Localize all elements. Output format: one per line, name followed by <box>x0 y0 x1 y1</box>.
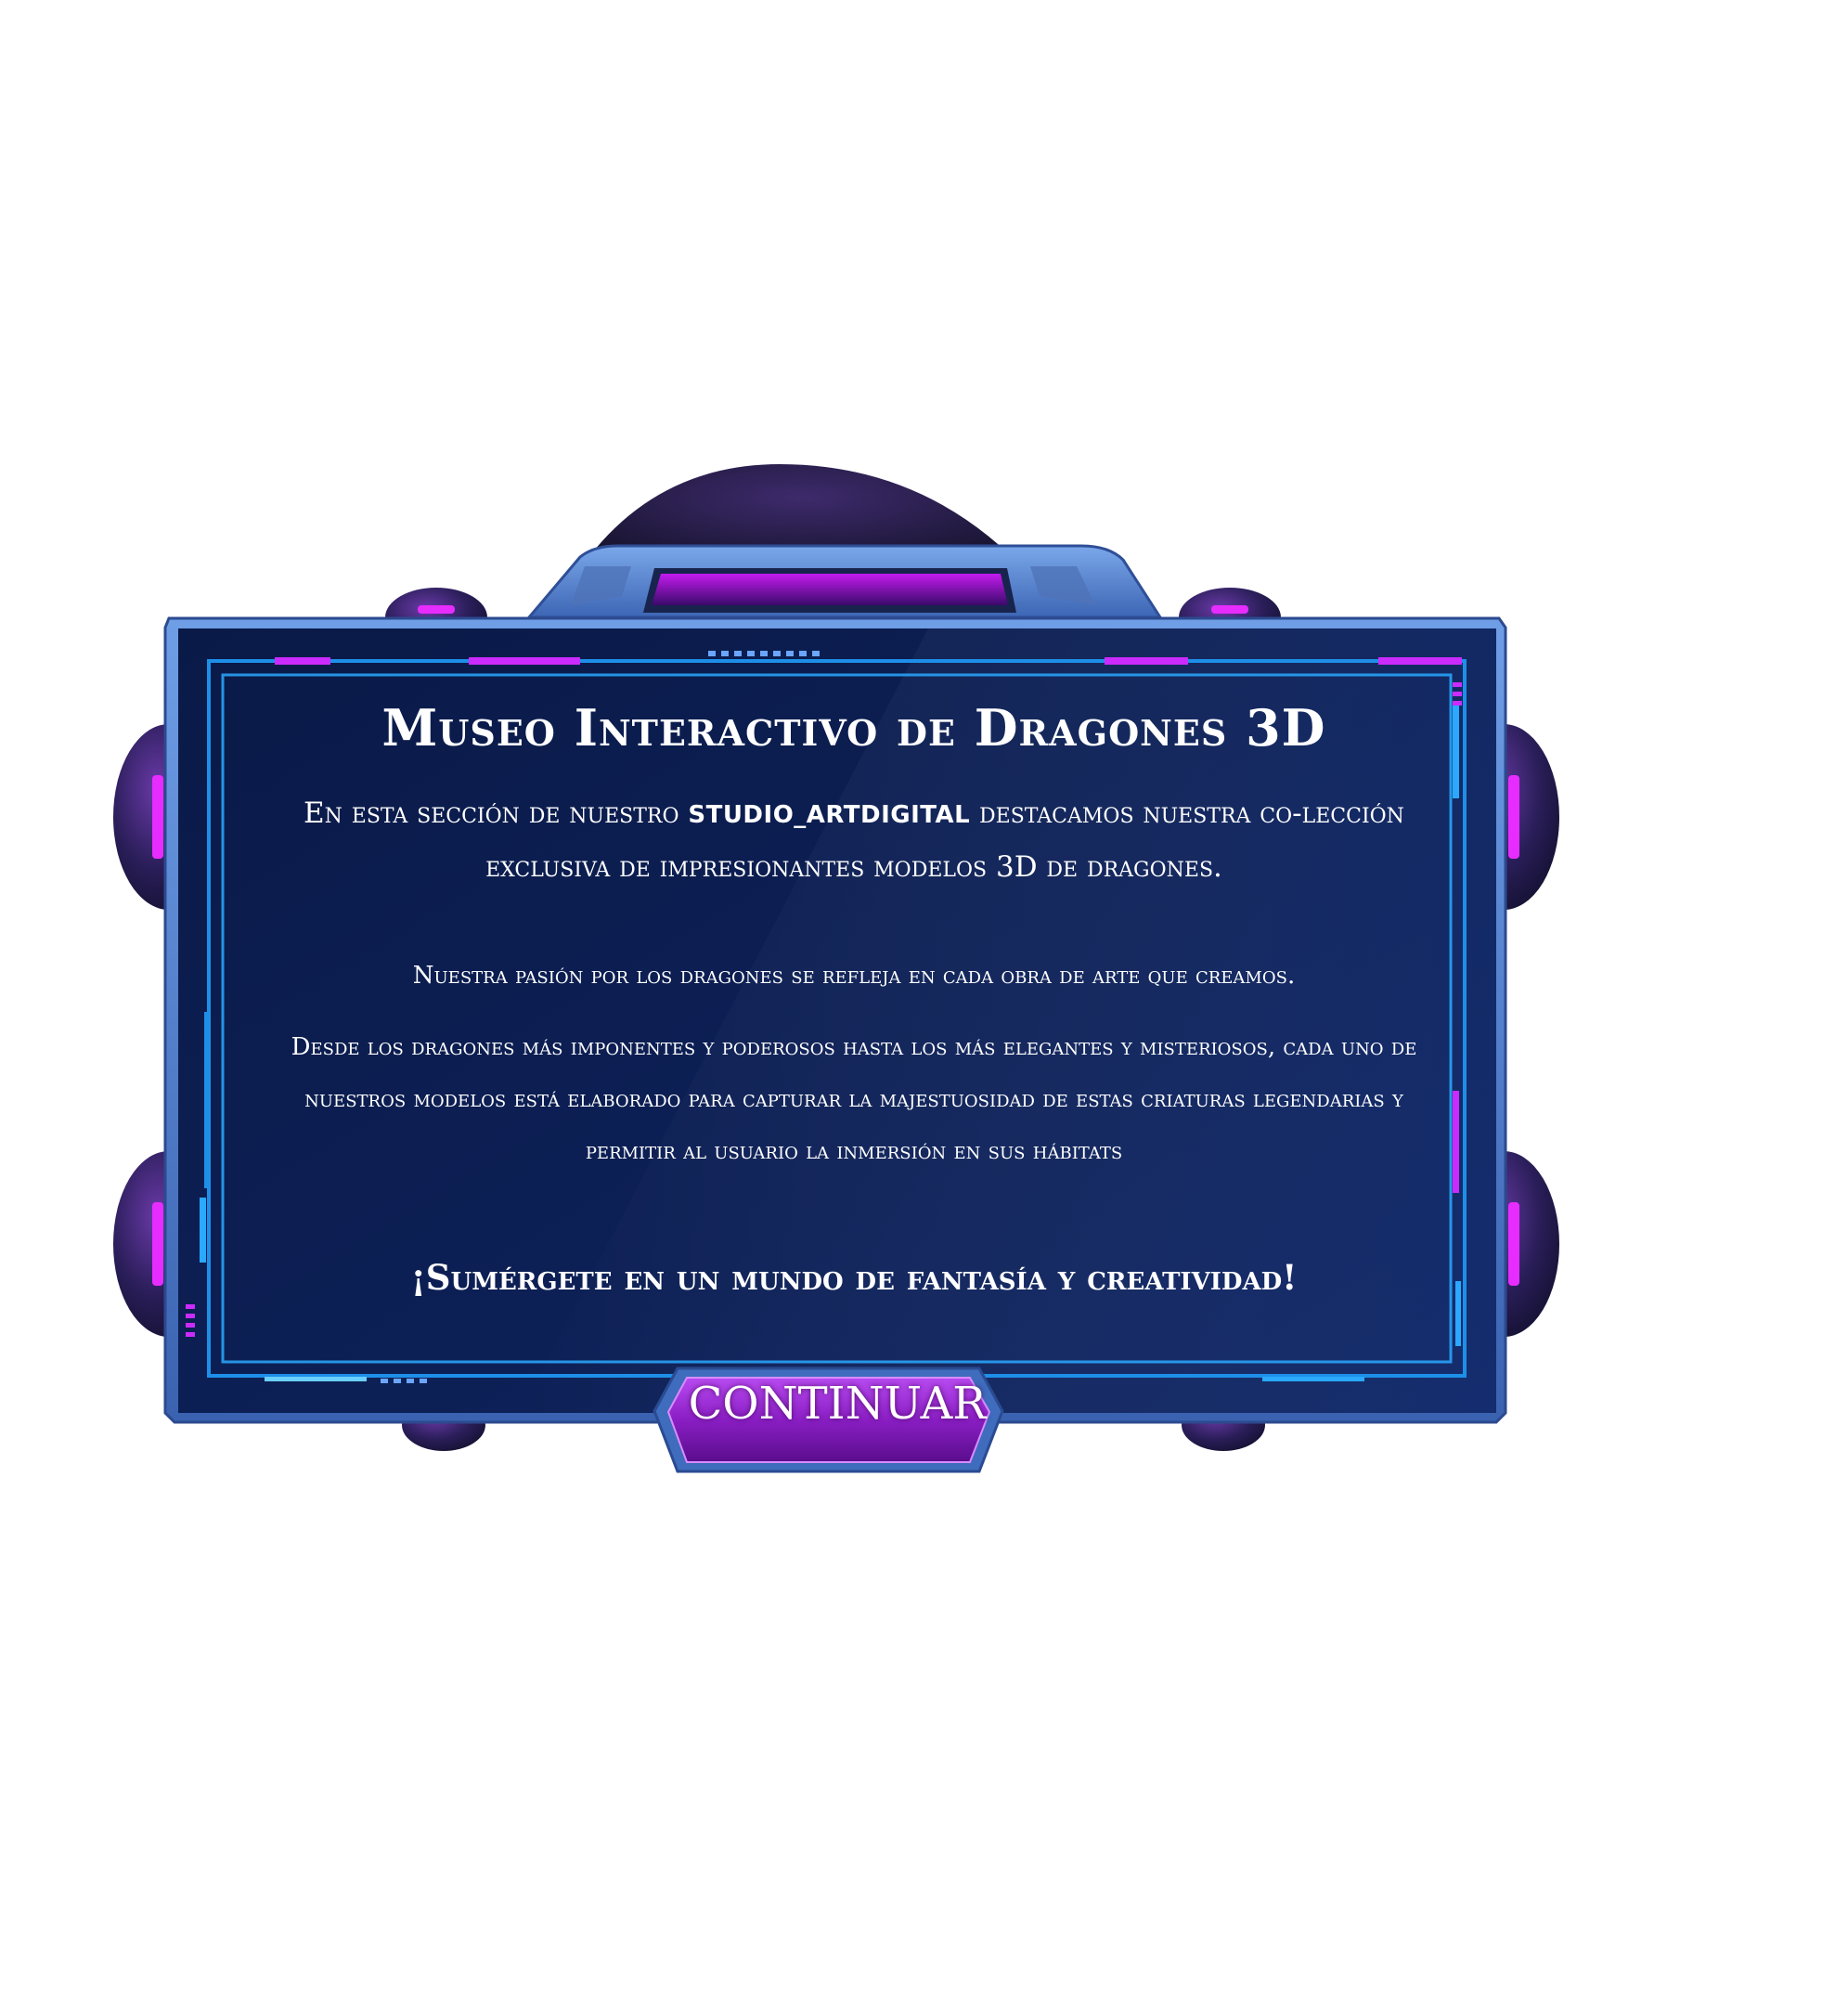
dialog-frame-art <box>113 464 1559 1473</box>
studio-brand-name: studio_artdigital <box>688 801 971 829</box>
description-text: Desde los dragones más imponentes y pode… <box>291 1033 1417 1165</box>
intro-text-start: En esta sección de nuestro <box>304 797 689 830</box>
dialog-title: Museo Interactivo de Dragones 3D <box>381 698 1326 758</box>
tagline-text: ¡Sumérgete en un mundo de fantasía y cre… <box>410 1257 1298 1298</box>
intro-text: En esta sección de nuestro studio_artdig… <box>278 787 1429 893</box>
continue-button[interactable]: CONTINUAR <box>670 1353 1004 1455</box>
passion-text: Nuestra pasión por los dragones se refle… <box>412 962 1296 990</box>
